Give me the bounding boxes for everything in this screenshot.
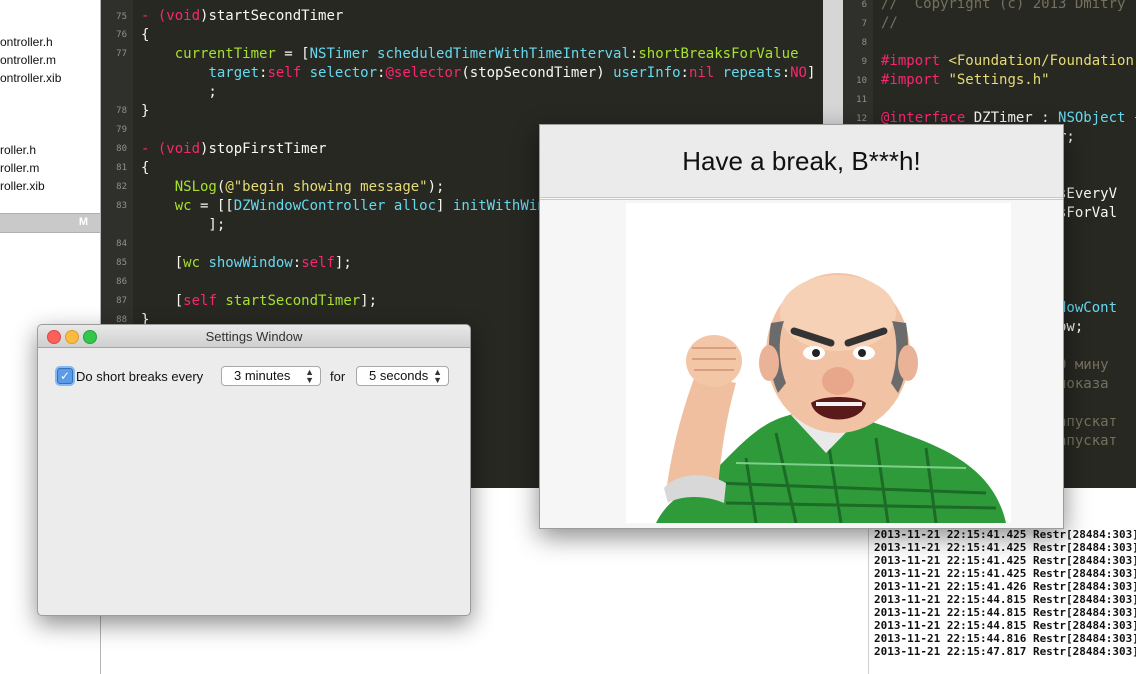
code-text: [wc showWindow:self];: [141, 255, 352, 271]
console-log-line: 2013-11-21 22:15:44.815 Restr[28484:303]: [874, 593, 1136, 606]
line-number: 87: [116, 296, 127, 306]
line-number: 6: [861, 0, 867, 10]
console-log-line: 2013-11-21 22:15:41.425 Restr[28484:303]: [874, 567, 1136, 580]
console-log-line: 2013-11-21 22:15:41.425 Restr[28484:303]: [874, 554, 1136, 567]
line-number: 82: [116, 182, 127, 192]
settings-titlebar[interactable]: Settings Window: [38, 325, 470, 348]
code-text: //: [881, 15, 898, 31]
file-item[interactable]: ontroller.h: [0, 35, 53, 49]
break-header: Have a break, B***h!: [540, 125, 1063, 198]
file-item[interactable]: ontroller.xib: [0, 71, 61, 85]
line-number: 76: [116, 30, 127, 40]
line-number: 85: [116, 258, 127, 268]
console-log-line: 2013-11-21 22:15:41.425 Restr[28484:303]: [874, 541, 1136, 554]
file-item[interactable]: roller.m: [0, 161, 39, 175]
file-item[interactable]: roller.xib: [0, 179, 45, 193]
break-window: Have a break, B***h!: [539, 124, 1064, 529]
line-number: 81: [116, 163, 127, 173]
console-log-line: 2013-11-21 22:15:44.816 Restr[28484:303]: [874, 632, 1136, 645]
interval-value: 3 minutes: [234, 368, 291, 383]
code-text: {: [141, 160, 150, 176]
line-number: 79: [116, 125, 127, 135]
line-number: 10: [856, 76, 867, 86]
line-number: 12: [856, 114, 867, 124]
code-text: #import "Settings.h": [881, 72, 1050, 88]
code-text: NSLog(@"begin showing message");: [174, 179, 445, 195]
console-log-line: 2013-11-21 22:15:41.426 Restr[28484:303]: [874, 580, 1136, 593]
short-breaks-label: Do short breaks every: [76, 369, 204, 384]
code-text: - (void)startSecondTimer: [141, 8, 344, 24]
console-log-line: 2013-11-21 22:15:41.425 Restr[28484:303]: [874, 528, 1136, 541]
code-text: [self startSecondTimer];: [141, 293, 378, 309]
line-number: 75: [116, 12, 127, 22]
console-log-line: 2013-11-21 22:15:47.817 Restr[28484:303]: [874, 645, 1136, 658]
line-number: 84: [116, 239, 127, 249]
code-text: - (void)stopFirstTimer: [141, 141, 327, 157]
line-number: 86: [116, 277, 127, 287]
break-title: Have a break, B***h!: [682, 146, 921, 176]
settings-window: Settings Window ✓ Do short breaks every …: [37, 324, 471, 616]
code-text: {: [141, 27, 150, 43]
line-number: 9: [861, 57, 867, 67]
code-text: currentTimer = [NSTimer scheduledTimerWi…: [174, 46, 799, 62]
line-number: 77: [116, 49, 127, 59]
code-text: target:self selector:@selector(stopSecon…: [208, 65, 816, 81]
duration-popup[interactable]: 5 seconds ▲ ▼: [356, 366, 449, 386]
angry-man-illustration: [626, 203, 1011, 523]
for-label: for: [330, 369, 346, 384]
navigator-group-bar: M: [0, 213, 100, 233]
duration-value: 5 seconds: [369, 368, 429, 383]
code-text: ;: [141, 84, 217, 100]
code-text: #import <Foundation/Foundation: [881, 53, 1134, 69]
updown-arrows-icon: ▲ ▼: [433, 367, 442, 385]
console-log-line: 2013-11-21 22:15:44.815 Restr[28484:303]: [874, 619, 1136, 632]
line-number: 8: [861, 38, 867, 48]
file-item[interactable]: roller.h: [0, 143, 36, 157]
line-number: 11: [856, 95, 867, 105]
interval-popup[interactable]: 3 minutes ▲ ▼: [221, 366, 321, 386]
code-text: ];: [141, 217, 226, 233]
modified-badge: M: [78, 216, 88, 228]
line-number: 83: [116, 201, 127, 211]
file-item[interactable]: ontroller.m: [0, 53, 56, 67]
window-title: Settings Window: [205, 329, 303, 344]
line-number: 7: [861, 19, 867, 29]
divider: [540, 199, 1063, 200]
console-log-line: 2013-11-21 22:15:44.815 Restr[28484:303]: [874, 606, 1136, 619]
line-number: 80: [116, 144, 127, 154]
code-text: wc = [[DZWindowController alloc] initWit…: [174, 198, 546, 214]
short-breaks-checkbox[interactable]: ✓: [57, 368, 73, 384]
updown-arrows-icon: ▲ ▼: [305, 367, 314, 385]
code-text: // Copyright (c) 2013 Dmitry: [881, 0, 1126, 12]
line-number: 78: [116, 106, 127, 116]
code-text: }: [141, 103, 150, 119]
